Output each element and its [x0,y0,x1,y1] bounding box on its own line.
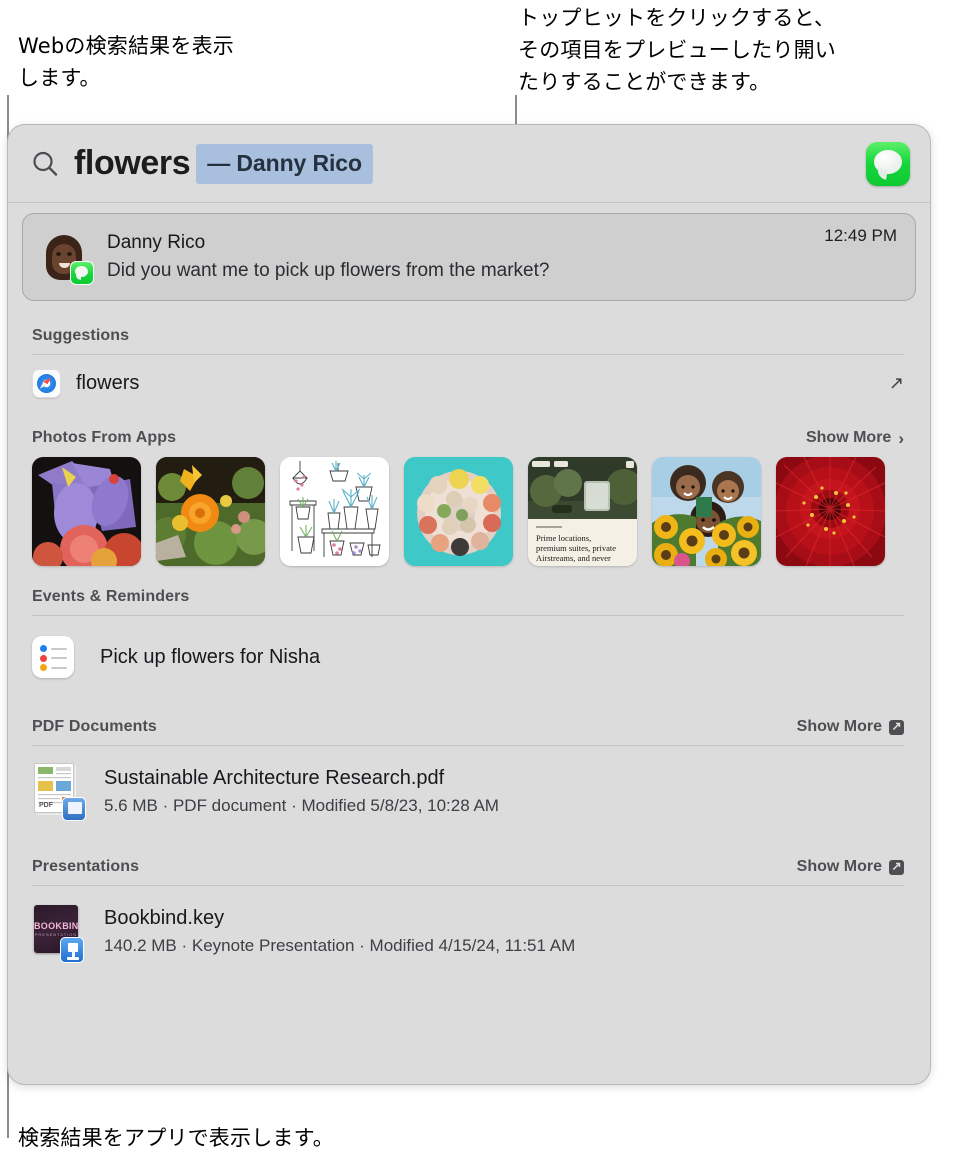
top-hit-message: Did you want me to pick up flowers from … [107,260,550,281]
photo-thumbnail[interactable] [156,457,265,566]
file-texts: Bookbind.key 140.2 MB · Keynote Presenta… [104,907,575,956]
search-icon [30,149,60,179]
annotated-spotlight-screenshot: Webの検索結果を表示 します。 トップヒットをクリックすると、 その項目をプレ… [0,0,958,1168]
photo-thumbnail[interactable] [280,457,389,566]
messages-badge-bubble [75,266,88,280]
section-header-presentations: Presentations Show More [8,858,930,876]
section-title-pdf: PDF Documents [32,718,157,735]
section-title-suggestions: Suggestions [32,327,130,344]
messages-icon[interactable] [866,141,910,186]
section-header-events: Events & Reminders [8,588,930,606]
preview-app-badge-icon [62,797,86,821]
reminder-dot-blue [40,645,47,652]
reminder-dot-red [40,654,47,662]
reminder-dot-orange [40,664,47,671]
keynote-file-icon: BOOKBIND PRESENTATION [32,901,86,963]
avatar [39,232,94,285]
file-metadata: 140.2 MB · Keynote Presentation · Modifi… [104,935,576,955]
section-title-presentations: Presentations [32,858,140,875]
reminder-line-3 [51,666,67,669]
divider-presentations [32,885,904,886]
divider-pdf [32,745,904,746]
section-title-photos: Photos From Apps [32,429,177,446]
divider-suggestions [32,354,904,355]
list-item[interactable]: BOOKBIND PRESENTATION Bookbind.key 140.2… [8,898,930,964]
keynote-base-shape [67,957,79,960]
show-more-pdf-button[interactable]: Show More [797,718,904,736]
safari-icon [32,368,61,398]
svg-text:premium suites, private: premium suites, private [536,543,616,553]
section-header-suggestions: Suggestions [8,327,930,345]
show-more-photos-button[interactable]: Show More › [806,429,904,447]
file-name: Sustainable Architecture Research.pdf [104,766,445,789]
preview-page-shape [68,802,82,814]
spotlight-window: flowers — Danny Rico Danny Rico Did you … [7,124,931,1085]
reminder-label: Pick up flowers for Nisha [100,645,321,668]
top-hit-timestamp: 12:49 PM [824,226,897,245]
pdf-file-icon: PDF [32,761,86,821]
open-external-badge-icon [889,718,904,735]
keynote-slide-title: BOOKBIND [34,921,78,931]
photo-thumbnail[interactable] [776,457,885,566]
top-hit-card[interactable]: Danny Rico Did you want me to pick up fl… [22,213,916,301]
spotlight-search-bar[interactable]: flowers — Danny Rico [8,125,930,203]
file-texts: Sustainable Architecture Research.pdf 5.… [104,767,499,816]
photo-thumbnail[interactable] [652,457,761,566]
list-item[interactable]: PDF Sustainable Architecture Research.pd… [8,758,930,824]
section-title-events: Events & Reminders [32,588,190,605]
svg-text:Airstreams, and never: Airstreams, and never [536,553,611,563]
open-external-badge-icon [889,858,904,875]
reminder-line-2 [51,657,67,659]
section-header-pdf: PDF Documents Show More [8,718,930,736]
suggestion-label: flowers [76,371,140,394]
photo-thumbnail[interactable] [32,457,141,566]
annotation-app-results: 検索結果をアプリで表示します。 [18,1126,334,1150]
divider-events [32,615,904,616]
annotation-web-results: Webの検索結果を表示 します。 [18,34,234,90]
annotation-top-hit: トップヒットをクリックすると、 その項目をプレビューしたり開い たりすることがで… [518,6,836,94]
keynote-app-badge-icon [60,937,84,963]
reminder-line-1 [51,647,67,650]
messages-badge-icon [70,261,94,285]
show-more-pdf-label: Show More [796,718,882,735]
pdf-label-text: PDF [39,802,53,809]
spotlight-results-body: Danny Rico Did you want me to pick up fl… [8,203,930,974]
top-hit-texts: Danny Rico Did you want me to pick up fl… [107,232,824,282]
messages-bubble-shape [874,149,902,174]
photo-thumbnail-web-article[interactable]: Prime locations, premium suites, private… [528,457,637,566]
reminders-icon [32,636,74,678]
show-more-presentations-label: Show More [796,858,882,875]
file-metadata: 5.6 MB · PDF document · Modified 5/8/23,… [104,795,499,815]
list-item[interactable]: flowers ↗ [8,359,930,407]
svg-text:Prime locations,: Prime locations, [536,533,591,543]
section-header-photos: Photos From Apps Show More › [8,429,930,447]
photo-thumbnail[interactable] [404,457,513,566]
file-name: Bookbind.key [104,906,225,929]
open-external-arrow-icon[interactable]: ↗ [889,373,904,394]
top-hit-wrapper: Danny Rico Did you want me to pick up fl… [8,203,930,305]
show-more-presentations-button[interactable]: Show More [797,858,904,876]
search-input-value[interactable]: flowers [74,144,191,183]
list-item[interactable]: Pick up flowers for Nisha [8,630,930,684]
chevron-right-icon: › [898,428,904,448]
photos-strip: Prime locations, premium suites, private… [8,447,930,566]
top-hit-title: Danny Rico [107,232,206,253]
show-more-photos-label: Show More [805,429,892,446]
search-autocomplete-suggestion[interactable]: — Danny Rico [196,143,373,184]
